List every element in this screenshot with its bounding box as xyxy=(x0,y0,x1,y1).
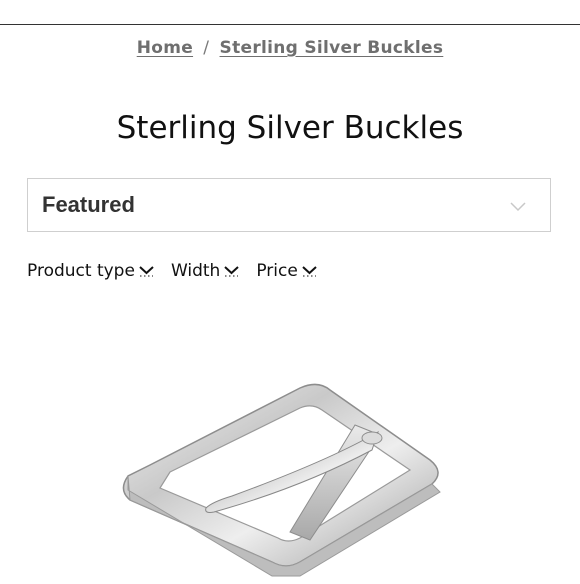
filter-label: Width xyxy=(170,261,221,281)
breadcrumb: Home / Sterling Silver Buckles xyxy=(0,38,580,58)
filter-bar: Product type Width Price xyxy=(27,259,334,283)
chevron-down-icon xyxy=(135,261,154,282)
header-divider xyxy=(0,24,580,25)
chevron-down-icon xyxy=(510,197,526,216)
chevron-down-icon xyxy=(220,261,240,282)
filter-label: Product type xyxy=(27,261,135,281)
filter-price[interactable]: Price xyxy=(256,259,317,283)
breadcrumb-separator: / xyxy=(203,38,210,58)
breadcrumb-home-link[interactable]: Home xyxy=(137,38,193,58)
product-image-silver-buckle[interactable] xyxy=(0,300,580,580)
chevron-down-icon xyxy=(298,261,317,282)
filter-product-type[interactable]: Product type xyxy=(27,259,154,283)
sort-selected-value: Featured xyxy=(42,192,135,217)
sort-select[interactable]: Featured xyxy=(27,178,551,232)
page-title: Sterling Silver Buckles xyxy=(116,110,464,146)
filter-label: Price xyxy=(256,261,298,281)
filter-width[interactable]: Width xyxy=(170,259,240,283)
breadcrumb-current-link[interactable]: Sterling Silver Buckles xyxy=(220,38,444,58)
